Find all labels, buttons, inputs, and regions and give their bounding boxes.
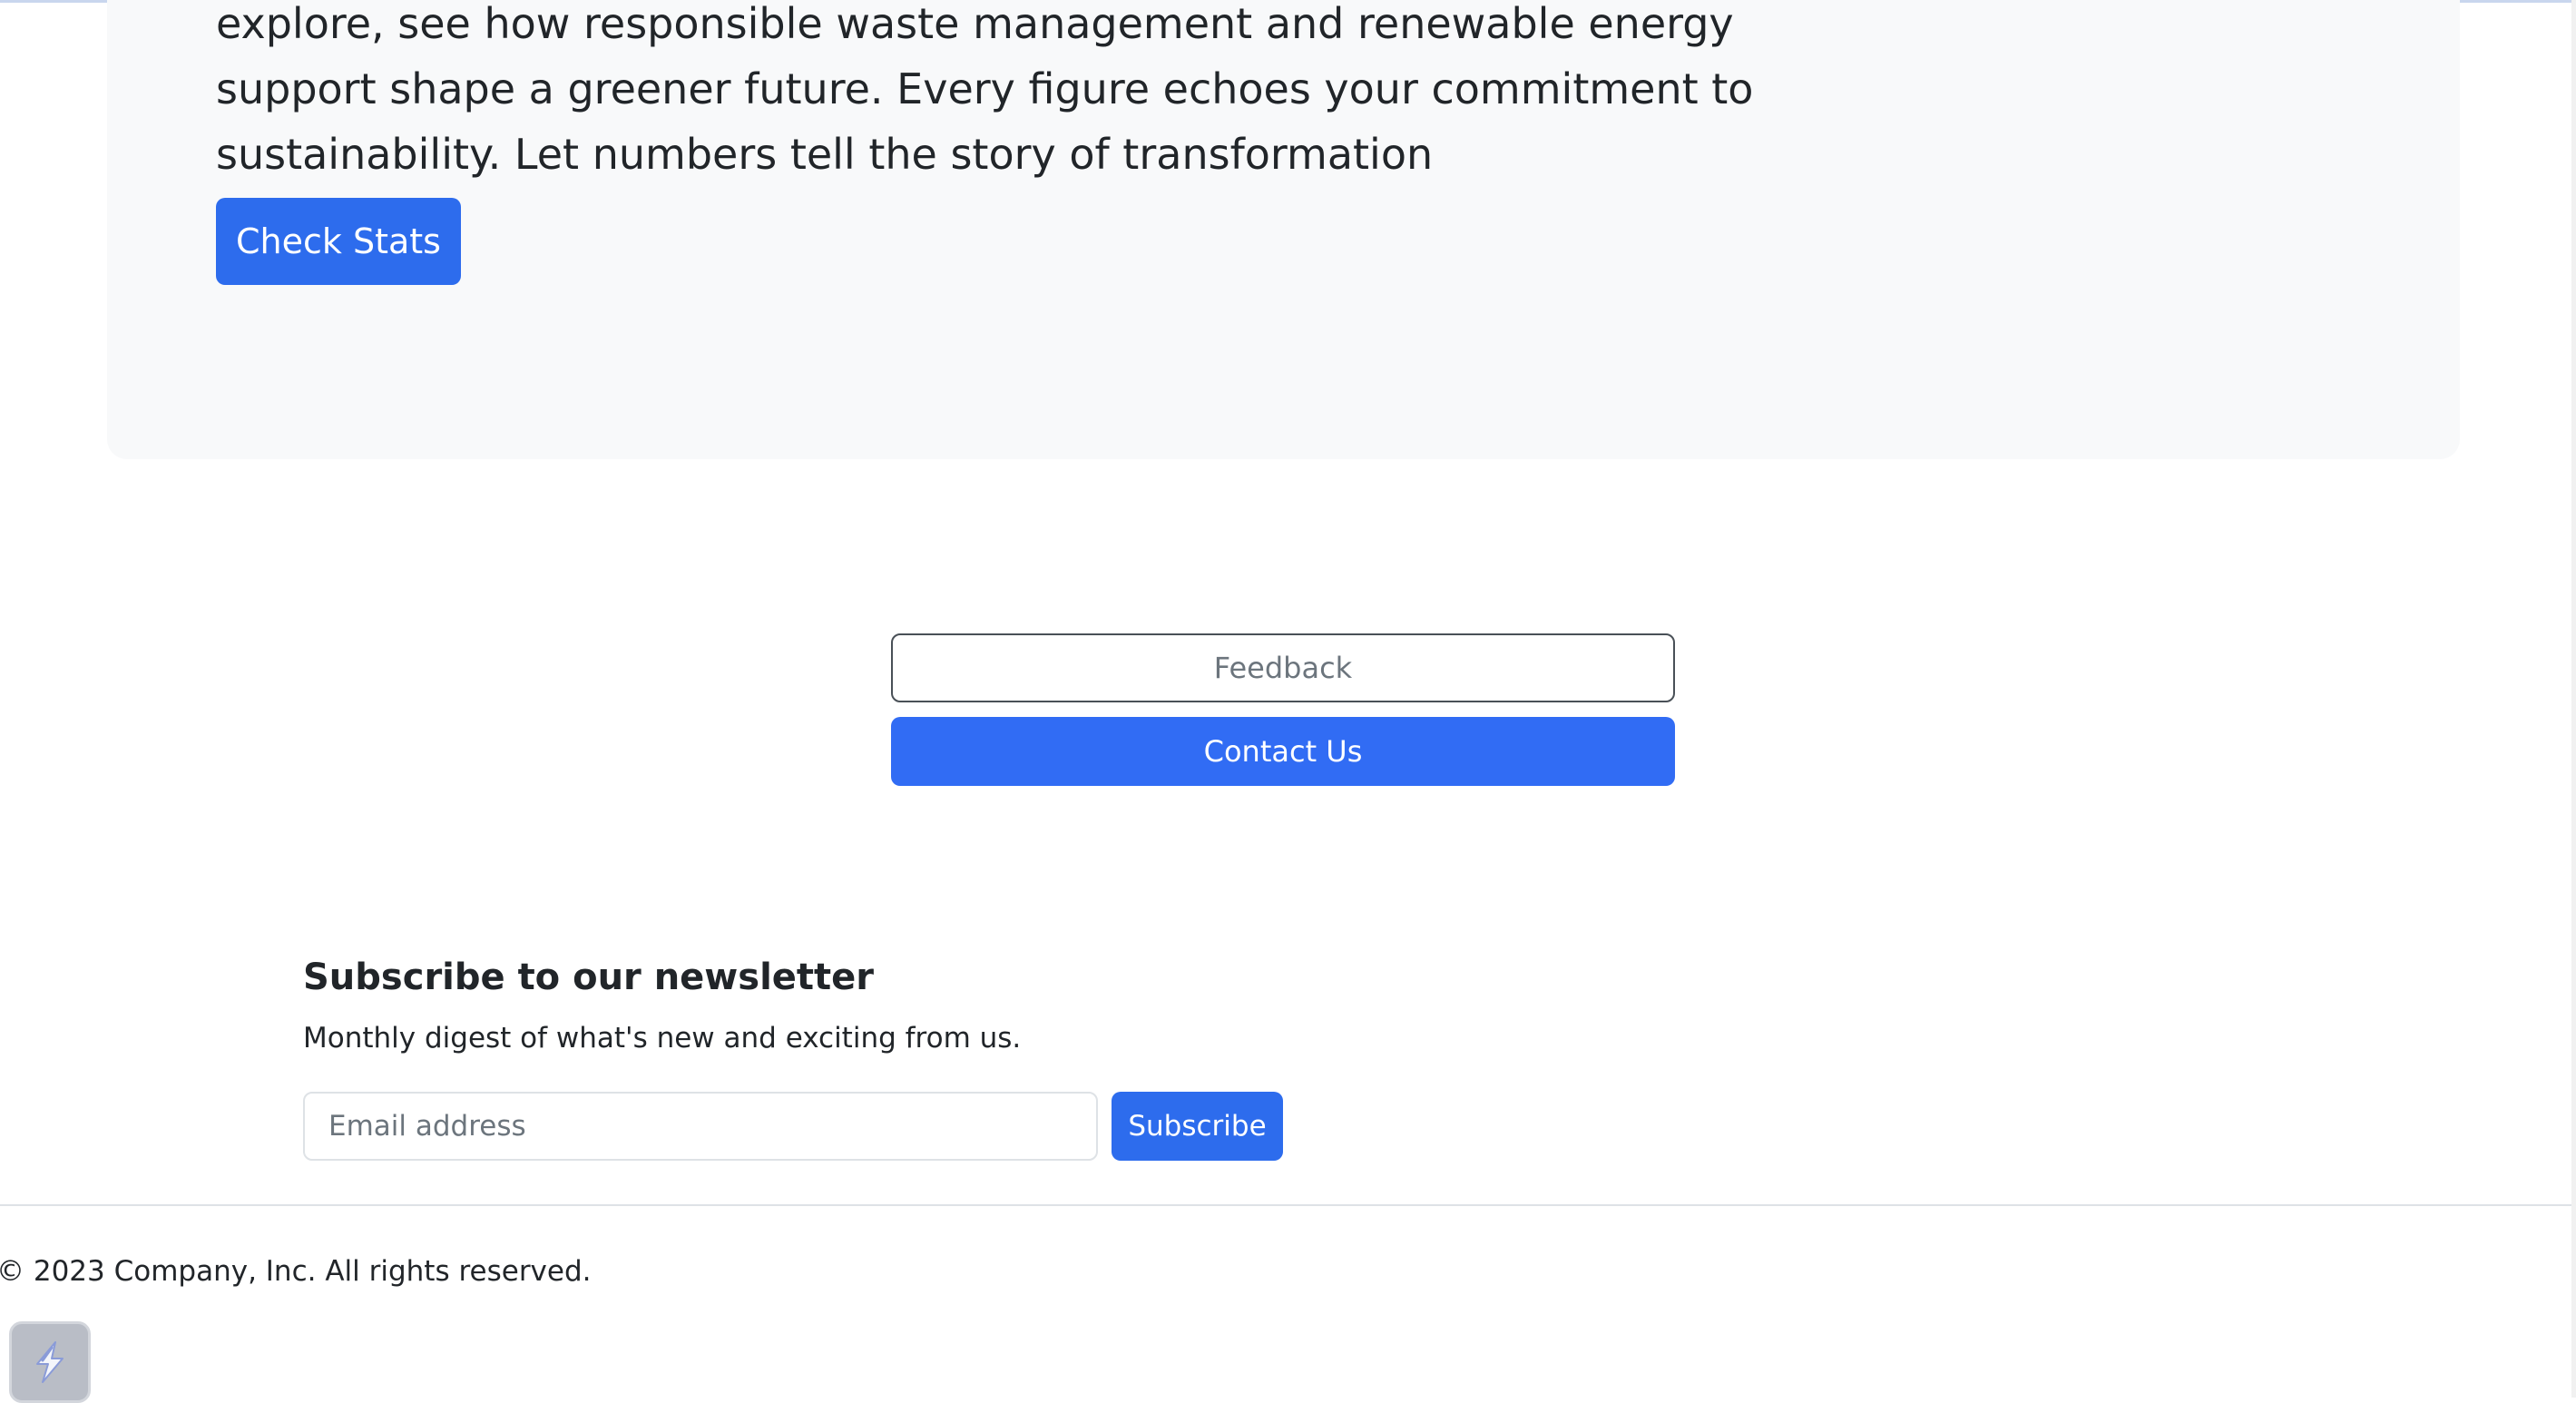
subscribe-button[interactable]: Subscribe	[1112, 1092, 1283, 1161]
hero-section: explore, see how responsible waste manag…	[107, 0, 2460, 459]
copyright-text: © 2023 Company, Inc. All rights reserved…	[0, 1255, 592, 1288]
lightning-bolt-icon	[36, 1341, 64, 1383]
hero-description: explore, see how responsible waste manag…	[216, 0, 1754, 179]
newsletter-description: Monthly digest of what's new and excitin…	[303, 1022, 1022, 1055]
newsletter-title: Subscribe to our newsletter	[303, 957, 875, 998]
footer-divider	[0, 1204, 2576, 1206]
feedback-input[interactable]	[891, 633, 1675, 702]
floating-widget-button[interactable]	[9, 1321, 91, 1403]
email-input[interactable]	[303, 1092, 1098, 1161]
check-stats-button[interactable]: Check Stats	[216, 198, 461, 285]
contact-us-button[interactable]: Contact Us	[891, 717, 1675, 786]
scrollbar-track[interactable]	[2571, 0, 2576, 1398]
